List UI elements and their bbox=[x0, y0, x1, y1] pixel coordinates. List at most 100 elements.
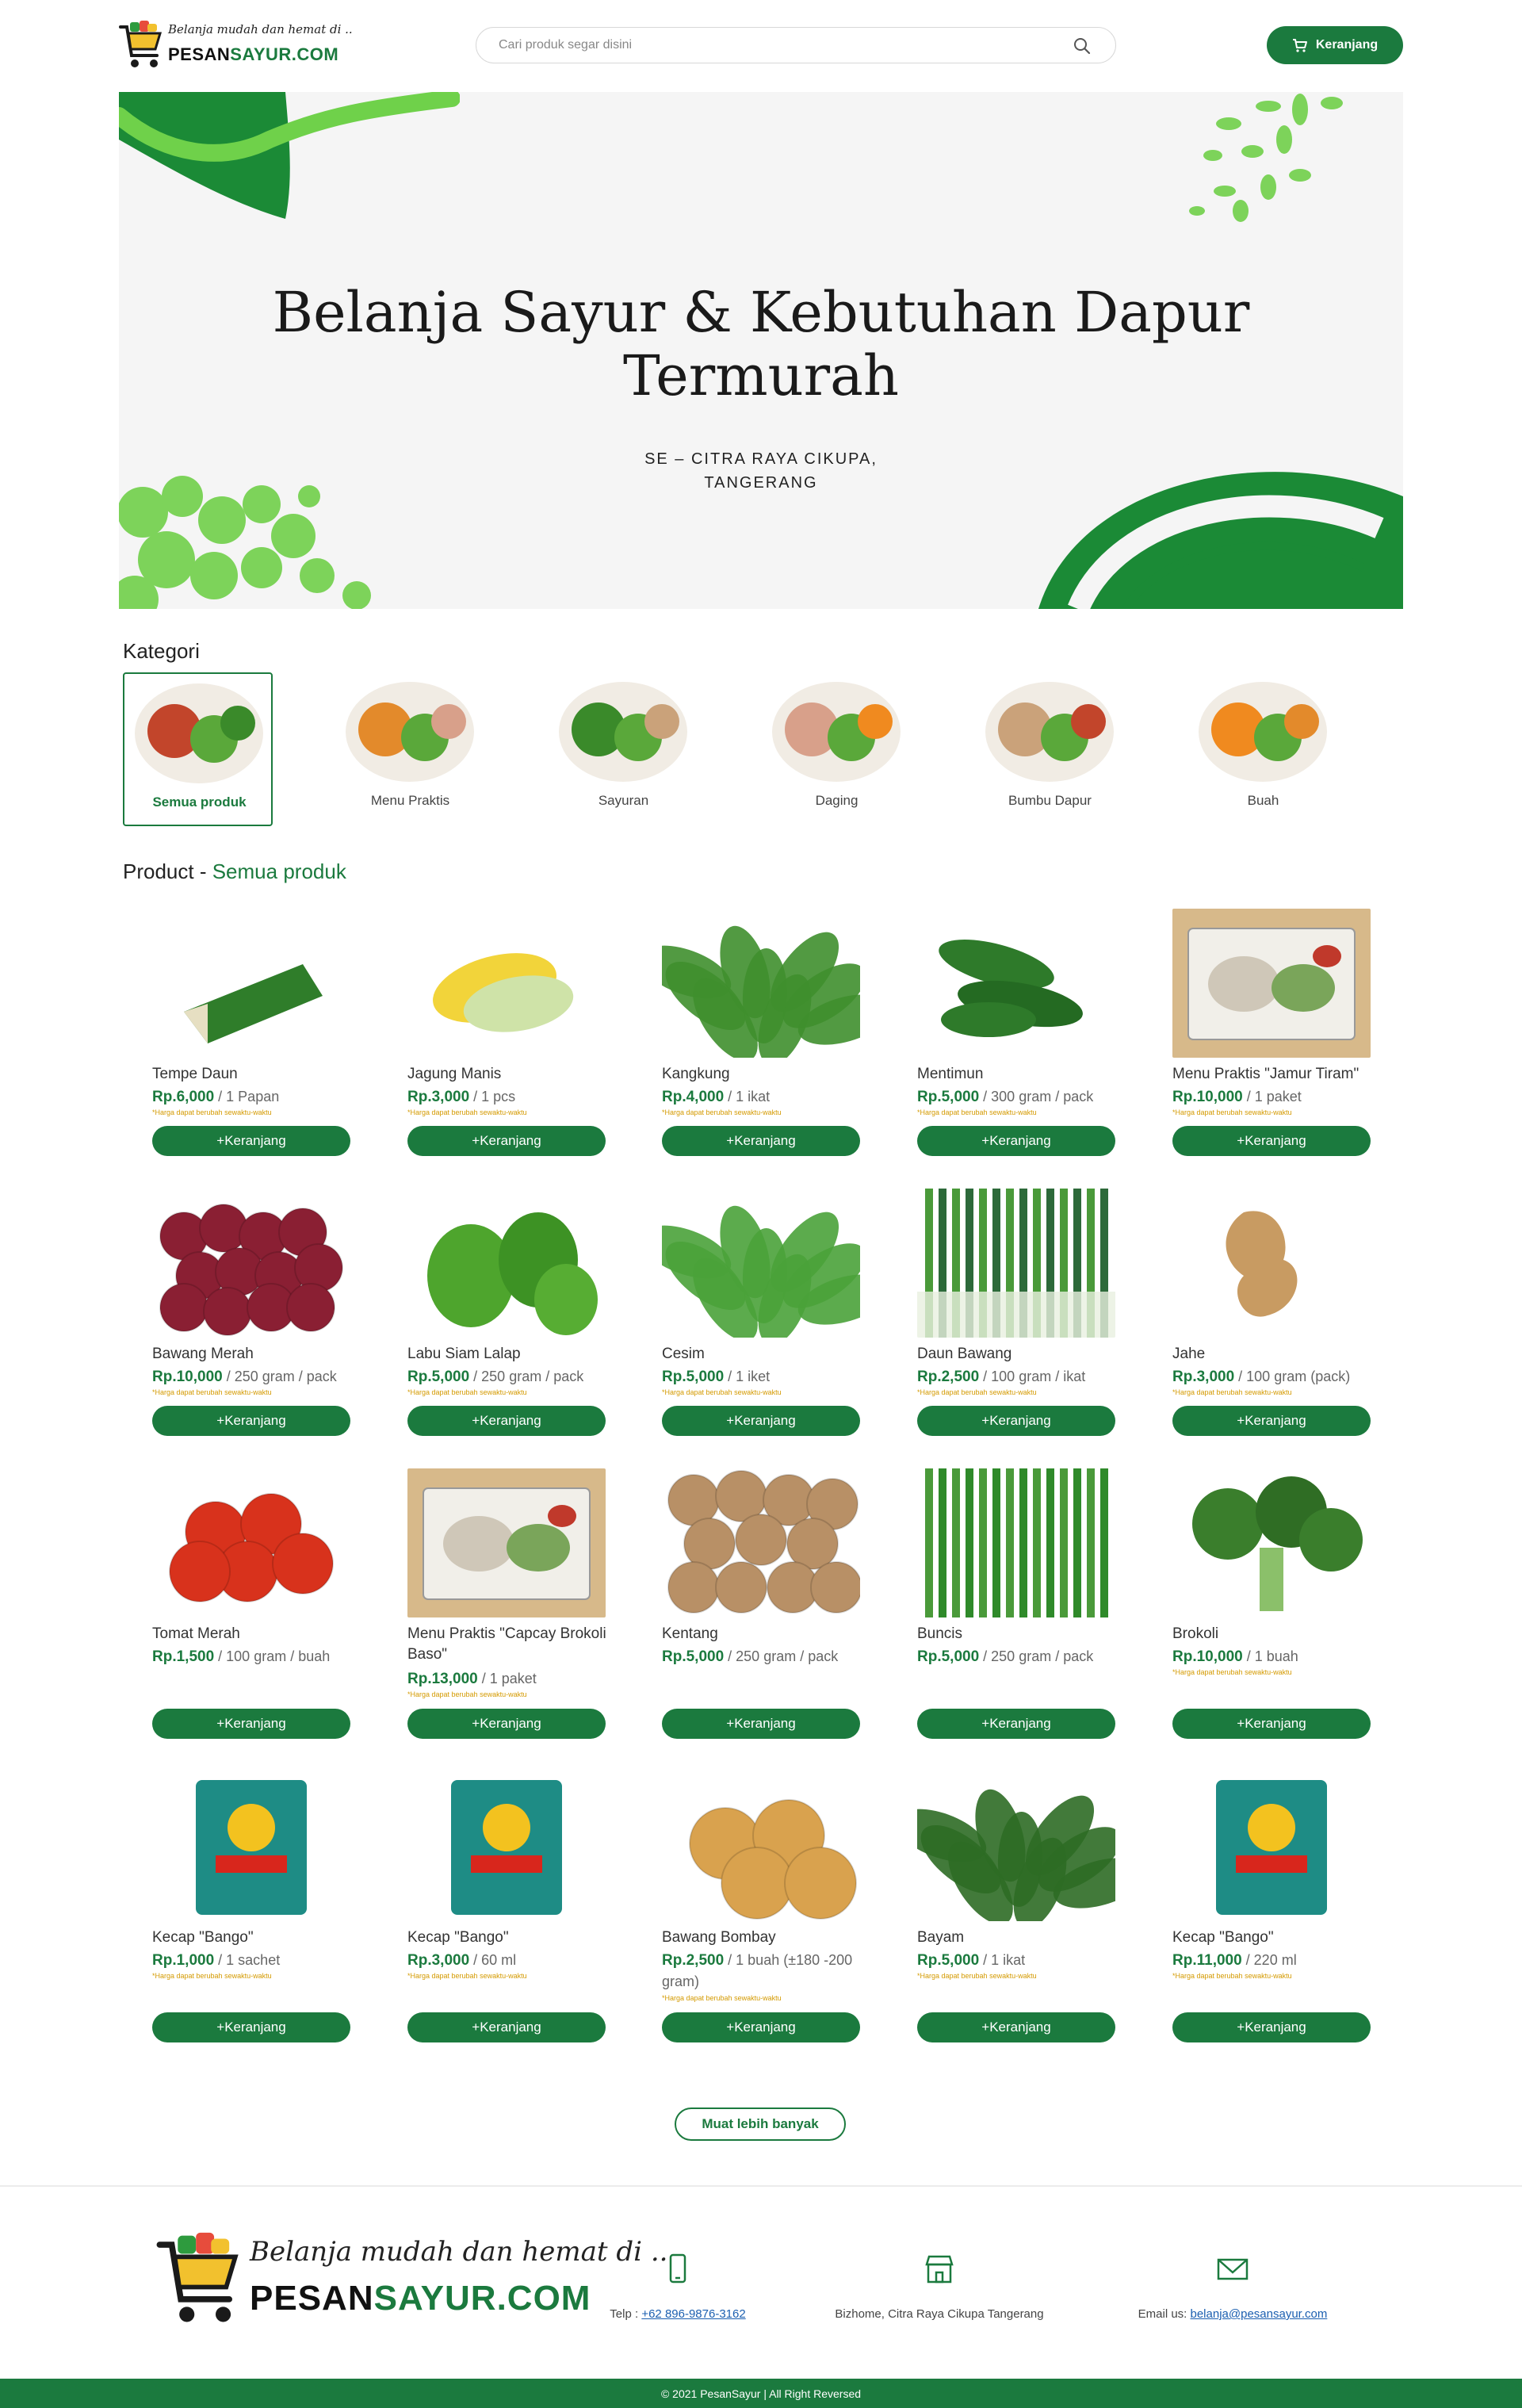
add-to-cart-button[interactable]: +Keranjang bbox=[1172, 2012, 1371, 2042]
product-image[interactable] bbox=[917, 1189, 1115, 1338]
product-name[interactable]: Tempe Daun bbox=[152, 1064, 358, 1085]
product-name[interactable]: Kecap "Bango" bbox=[152, 1928, 358, 1948]
product-image[interactable] bbox=[1172, 1772, 1371, 1921]
add-to-cart-button[interactable]: +Keranjang bbox=[407, 2012, 606, 2042]
product-image[interactable] bbox=[152, 1772, 350, 1921]
category-item[interactable]: Buah bbox=[1188, 672, 1338, 826]
search-icon[interactable] bbox=[1073, 36, 1092, 56]
product-name[interactable]: Menu Praktis "Capcay Brokoli Baso" bbox=[407, 1624, 614, 1665]
product-image[interactable] bbox=[407, 1772, 606, 1921]
category-item[interactable]: Bumbu Dapur bbox=[975, 672, 1125, 826]
add-to-cart-button[interactable]: +Keranjang bbox=[152, 2012, 350, 2042]
category-item[interactable]: Daging bbox=[762, 672, 912, 826]
product-name[interactable]: Kecap "Bango" bbox=[1172, 1928, 1379, 1948]
logo[interactable]: Belanja mudah dan hemat di .. PESANSAYUR… bbox=[119, 17, 353, 73]
category-item[interactable]: Sayuran bbox=[549, 672, 698, 826]
footer-brand: PESANSAYUR.COM bbox=[250, 2279, 591, 2318]
product-image[interactable] bbox=[407, 1189, 606, 1338]
add-to-cart-button[interactable]: +Keranjang bbox=[152, 1709, 350, 1739]
product-name[interactable]: Jagung Manis bbox=[407, 1064, 614, 1085]
product-unit: / 1 ikat bbox=[724, 1089, 771, 1104]
add-to-cart-button[interactable]: +Keranjang bbox=[662, 1709, 860, 1739]
add-to-cart-button[interactable]: +Keranjang bbox=[662, 2012, 860, 2042]
add-to-cart-button[interactable]: +Keranjang bbox=[917, 1406, 1115, 1436]
search-input[interactable] bbox=[499, 34, 1054, 56]
product-name[interactable]: Bayam bbox=[917, 1928, 1123, 1948]
price-disclaimer: *Harga dapat berubah sewaktu-waktu bbox=[407, 1972, 527, 1980]
product-name[interactable]: Tomat Merah bbox=[152, 1624, 358, 1644]
footer-brand-dark: PESAN bbox=[250, 2279, 374, 2318]
product-price-value: Rp.1,000 bbox=[152, 1952, 215, 1969]
product-name[interactable]: Bawang Bombay bbox=[662, 1928, 868, 1948]
product-price: Rp.5,000 / 250 gram / pack bbox=[917, 1646, 1123, 1667]
product-image[interactable] bbox=[152, 909, 350, 1058]
product-price: Rp.1,000 / 1 sachet bbox=[152, 1950, 358, 1971]
add-to-cart-button[interactable]: +Keranjang bbox=[407, 1126, 606, 1156]
product-unit: / 1 pcs bbox=[469, 1089, 516, 1104]
add-to-cart-button[interactable]: +Keranjang bbox=[917, 1709, 1115, 1739]
product-image[interactable] bbox=[917, 1468, 1115, 1617]
product-image[interactable] bbox=[662, 1772, 860, 1921]
product-image[interactable] bbox=[662, 909, 860, 1058]
product-price-value: Rp.10,000 bbox=[1172, 1089, 1243, 1105]
phone-link[interactable]: +62 896-9876-3162 bbox=[641, 2307, 745, 2321]
add-to-cart-button[interactable]: +Keranjang bbox=[662, 1406, 860, 1436]
category-item[interactable]: Menu Praktis bbox=[335, 672, 485, 826]
product-name[interactable]: Daun Bawang bbox=[917, 1344, 1123, 1365]
footer-brand-green: SAYUR.COM bbox=[373, 2279, 591, 2318]
email-link[interactable]: belanja@pesansayur.com bbox=[1191, 2307, 1328, 2321]
product-unit: / 100 gram / buah bbox=[214, 1648, 331, 1664]
add-to-cart-button[interactable]: +Keranjang bbox=[152, 1406, 350, 1436]
add-to-cart-button[interactable]: +Keranjang bbox=[152, 1126, 350, 1156]
product-image[interactable] bbox=[1172, 1189, 1371, 1338]
product-image[interactable] bbox=[407, 1468, 606, 1617]
product-price: Rp.11,000 / 220 ml bbox=[1172, 1950, 1379, 1971]
add-to-cart-button[interactable]: +Keranjang bbox=[1172, 1126, 1371, 1156]
search-bar[interactable] bbox=[476, 27, 1116, 63]
product-image[interactable] bbox=[152, 1189, 350, 1338]
product-image[interactable] bbox=[407, 909, 606, 1058]
product-unit: / 1 sachet bbox=[214, 1952, 281, 1968]
product-name[interactable]: Kecap "Bango" bbox=[407, 1928, 614, 1948]
product-name[interactable]: Menu Praktis "Jamur Tiram" bbox=[1172, 1064, 1379, 1085]
product-name[interactable]: Mentimun bbox=[917, 1064, 1123, 1085]
spices-icon bbox=[985, 682, 1114, 782]
product-image[interactable] bbox=[1172, 1468, 1371, 1617]
product-name[interactable]: Jahe bbox=[1172, 1344, 1379, 1365]
product-name[interactable]: Labu Siam Lalap bbox=[407, 1344, 614, 1365]
price-disclaimer: *Harga dapat berubah sewaktu-waktu bbox=[1172, 1388, 1292, 1396]
add-to-cart-button[interactable]: +Keranjang bbox=[917, 2012, 1115, 2042]
add-to-cart-button[interactable]: +Keranjang bbox=[407, 1406, 606, 1436]
product-image[interactable] bbox=[662, 1468, 860, 1617]
product-price: Rp.5,000 / 1 ikat bbox=[917, 1950, 1123, 1971]
product-name[interactable]: Cesim bbox=[662, 1344, 868, 1365]
product-image[interactable] bbox=[917, 909, 1115, 1058]
product-price-value: Rp.5,000 bbox=[662, 1648, 725, 1665]
product-name[interactable]: Buncis bbox=[917, 1624, 1123, 1644]
product-image[interactable] bbox=[152, 1468, 350, 1617]
add-to-cart-button[interactable]: +Keranjang bbox=[407, 1709, 606, 1739]
product-image[interactable] bbox=[1172, 909, 1371, 1058]
footer-logo: Belanja mudah dan hemat di .. PESANSAYUR… bbox=[155, 2230, 667, 2333]
load-more-button[interactable]: Muat lebih banyak bbox=[675, 2107, 846, 2141]
product-unit: / 60 ml bbox=[469, 1952, 517, 1968]
product-price-value: Rp.3,000 bbox=[1172, 1369, 1235, 1385]
copyright-bar: © 2021 PesanSayur | All Right Reversed bbox=[0, 2379, 1522, 2408]
product-price-value: Rp.4,000 bbox=[662, 1089, 725, 1105]
product-image[interactable] bbox=[917, 1772, 1115, 1921]
add-to-cart-button[interactable]: +Keranjang bbox=[917, 1126, 1115, 1156]
product-price: Rp.5,000 / 300 gram / pack bbox=[917, 1086, 1123, 1108]
vegetables-icon bbox=[559, 682, 687, 782]
add-to-cart-button[interactable]: +Keranjang bbox=[1172, 1709, 1371, 1739]
price-disclaimer: *Harga dapat berubah sewaktu-waktu bbox=[407, 1690, 527, 1698]
product-name[interactable]: Bawang Merah bbox=[152, 1344, 358, 1365]
add-to-cart-button[interactable]: +Keranjang bbox=[1172, 1406, 1371, 1436]
product-name[interactable]: Brokoli bbox=[1172, 1624, 1379, 1644]
product-name[interactable]: Kangkung bbox=[662, 1064, 868, 1085]
cart-button[interactable]: Keranjang bbox=[1267, 26, 1403, 64]
category-item[interactable]: Semua produk bbox=[123, 672, 273, 826]
product-name[interactable]: Kentang bbox=[662, 1624, 868, 1644]
product-image[interactable] bbox=[662, 1189, 860, 1338]
add-to-cart-button[interactable]: +Keranjang bbox=[662, 1126, 860, 1156]
logo-tagline: Belanja mudah dan hemat di .. bbox=[168, 22, 353, 36]
